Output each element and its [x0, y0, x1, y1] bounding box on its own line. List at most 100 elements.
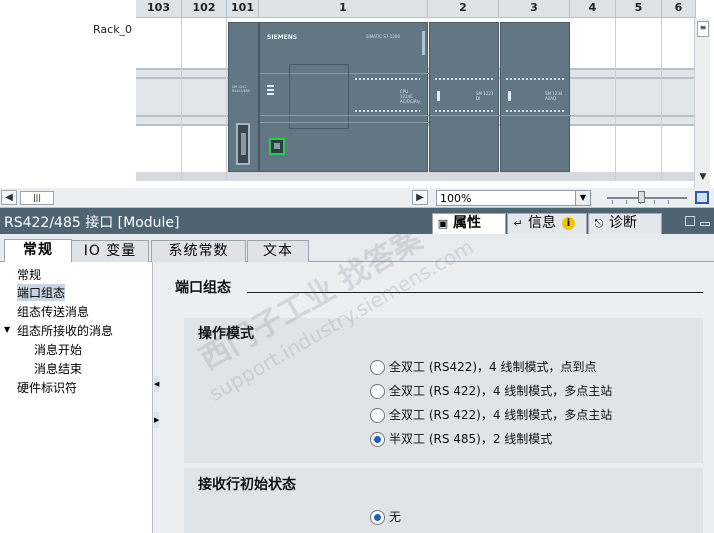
mode-option-label: 全双工 (RS422)，4 线制模式，点到点 [389, 360, 597, 374]
scroll-left-icon[interactable]: ◀ [1, 190, 17, 205]
radio-button[interactable] [370, 384, 385, 399]
cm-label: CM 1241 RS422/485 [232, 85, 250, 93]
subtab-io-tags[interactable]: IO 变量 [71, 240, 149, 263]
inspector-header: RS422/485 接口 [Module] ▣ 属性 ↵ 信息 i ⎋ 诊断 [0, 208, 714, 234]
receive-line-group: 接收行初始状态 无 [184, 468, 703, 533]
tab-diagnostics-label: 诊断 [609, 215, 637, 231]
nav-item-port-config[interactable]: 端口组态 [17, 284, 66, 301]
device-statusbar: ◀ ||| ▶ 100% ▼ [0, 188, 714, 208]
cpu-led-icon [267, 85, 274, 95]
slot-header: 103 [136, 0, 182, 18]
nav-item-general[interactable]: 常规 [17, 266, 41, 283]
radio-button[interactable] [370, 408, 385, 423]
nav-splitter[interactable]: ◀ ▶ [152, 262, 160, 533]
subtab-system-constants[interactable]: 系统常数 [151, 240, 246, 263]
slot-header: 101 [227, 0, 259, 18]
scroll-down-icon[interactable]: ▼ [696, 170, 710, 184]
cpu-module[interactable]: SIEMENS SIMATIC S7-1200 CPU 1214C AC/DC/… [259, 22, 429, 172]
rack-label: Rack_0 [93, 23, 133, 36]
radio-button[interactable] [370, 360, 385, 375]
device-vertical-scrollbar[interactable]: ▲ ≡ ▼ [694, 18, 710, 188]
restore-window-icon[interactable] [685, 216, 695, 226]
slot-column [662, 18, 696, 181]
slot-column [616, 18, 662, 181]
mode-option-label: 半双工 (RS 485)，2 线制模式 [389, 432, 553, 446]
slot-header: 6 [662, 0, 696, 18]
tab-properties[interactable]: ▣ 属性 [432, 213, 506, 234]
zoom-tick [668, 200, 669, 204]
signal-module-2[interactable]: SM 1221 DI [429, 22, 500, 172]
expand-arrow-icon[interactable]: ▼ [4, 325, 10, 334]
communication-module[interactable]: CM 1241 RS422/485 [228, 22, 259, 172]
tab-info[interactable]: ↵ 信息 i [507, 213, 587, 234]
properties-icon: ▣ [437, 217, 449, 230]
cpu-model: SIMATIC S7-1200 [366, 34, 400, 39]
cpu-cover [289, 64, 349, 129]
zoom-tick [612, 200, 613, 204]
cpu-type: CPU 1214C AC/DC/Rly [400, 89, 421, 104]
slot-column [136, 18, 182, 181]
subtab-general[interactable]: 常规 [4, 239, 72, 263]
zoom-tick [626, 200, 627, 204]
section-title: 端口组态 [175, 280, 231, 296]
nav-item-receive-config[interactable]: 组态所接收的消息 [17, 322, 113, 339]
slot-header: 1 [259, 0, 428, 18]
slot-header: 3 [499, 0, 570, 18]
zoom-slider-track[interactable] [607, 197, 687, 199]
nav-item-message-end[interactable]: 消息结束 [34, 360, 82, 377]
zoom-fit-icon[interactable] [695, 191, 709, 204]
receive-option-label: 无 [389, 510, 402, 524]
minimize-window-icon[interactable] [700, 222, 710, 226]
section-divider [247, 292, 703, 293]
inspector-subtabs: 常规 IO 变量 系统常数 文本 [0, 234, 714, 263]
sm2-label: SM 1234 AI/AQ [545, 91, 563, 101]
collapse-left-icon[interactable]: ◀ [154, 376, 159, 392]
radio-button-selected[interactable] [370, 510, 385, 525]
slot-header: 2 [428, 0, 499, 18]
serial-port-icon [236, 123, 250, 165]
horizontal-scroll-thumb[interactable]: ||| [20, 191, 54, 205]
io-terminal-row [355, 110, 420, 112]
cpu-brand: SIEMENS [267, 34, 298, 41]
zoom-value: 100% [440, 192, 472, 205]
nav-item-hw-identifier[interactable]: 硬件标识符 [17, 379, 77, 396]
io-terminal-row [506, 78, 566, 80]
slot-header: 5 [616, 0, 662, 18]
zoom-tick [654, 200, 655, 204]
scroll-thumb[interactable]: ≡ [697, 21, 709, 37]
io-terminal-row [506, 110, 566, 112]
tab-info-label: 信息 [528, 215, 556, 231]
tab-properties-label: 属性 [453, 215, 481, 231]
io-terminal-row [435, 78, 495, 80]
io-terminal-row [435, 110, 495, 112]
nav-item-message-start[interactable]: 消息开始 [34, 341, 82, 358]
slot-column [570, 18, 616, 181]
diagnostics-icon: ⎋ [594, 217, 604, 230]
expand-right-icon[interactable]: ▶ [154, 412, 159, 428]
sm1-label: SM 1221 DI [476, 91, 494, 101]
inspector-title: RS422/485 接口 [Module] [4, 215, 180, 231]
io-terminal-row [355, 78, 420, 80]
signal-module-3[interactable]: SM 1234 AI/AQ [500, 22, 571, 172]
module-status-icon [437, 91, 440, 101]
property-content: 端口组态 操作模式 全双工 (RS422)，4 线制模式，点到点 全双工 (RS… [160, 262, 714, 533]
zoom-select[interactable]: 100% ▼ [436, 190, 591, 206]
zoom-slider-thumb[interactable] [638, 191, 645, 203]
module-status-icon [508, 91, 511, 101]
ethernet-port-icon[interactable] [269, 138, 285, 155]
cpu-status-bar [422, 31, 425, 55]
info-tab-icon: ↵ [513, 217, 523, 230]
mode-option-label: 全双工 (RS 422)，4 线制模式，多点主站 [389, 408, 613, 422]
radio-button-selected[interactable] [370, 432, 385, 447]
nav-item-transmit-config[interactable]: 组态传送消息 [17, 303, 89, 320]
chevron-down-icon[interactable]: ▼ [575, 191, 590, 205]
scroll-right-icon[interactable]: ▶ [412, 190, 428, 205]
subtab-texts[interactable]: 文本 [247, 240, 309, 263]
slot-header: 102 [182, 0, 227, 18]
operating-mode-title: 操作模式 [198, 326, 254, 342]
info-icon: i [562, 217, 575, 230]
operating-mode-group: 操作模式 全双工 (RS422)，4 线制模式，点到点 全双工 (RS 422)… [184, 318, 703, 463]
tab-diagnostics[interactable]: ⎋ 诊断 [588, 213, 662, 234]
device-view[interactable]: 103 102 101 1 2 3 4 5 6 Rack_0 CM 1241 R… [0, 0, 714, 188]
slot-column [182, 18, 227, 181]
